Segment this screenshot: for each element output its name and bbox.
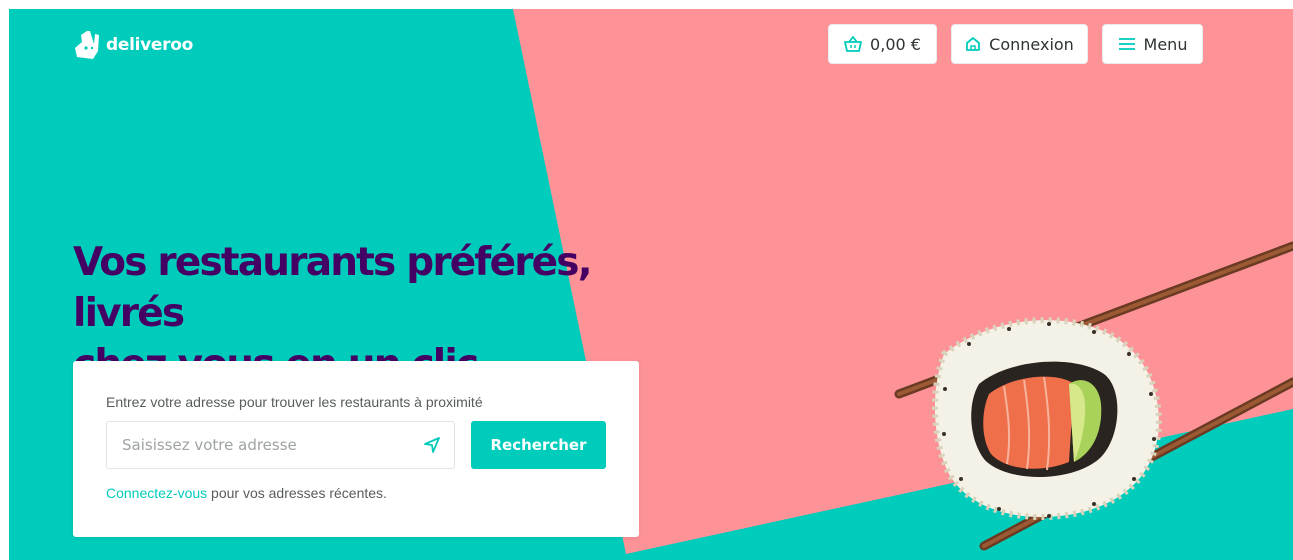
menu-button[interactable]: Menu — [1102, 24, 1203, 64]
top-navigation: deliveroo 0,00 € Connexion Menu — [9, 9, 1293, 79]
basket-icon — [844, 36, 862, 52]
headline-line-1: Vos restaurants préférés, livrés — [73, 240, 593, 336]
basket-button[interactable]: 0,00 € — [828, 24, 937, 64]
hero-section: deliveroo 0,00 € Connexion Menu Vos rest… — [9, 9, 1293, 560]
signin-suffix: pour vos adresses récentes. — [207, 485, 387, 501]
search-button[interactable]: Rechercher — [471, 421, 606, 469]
address-input[interactable] — [107, 423, 410, 467]
brand-name: deliveroo — [106, 35, 194, 55]
hamburger-menu-icon — [1118, 37, 1136, 51]
login-label: Connexion — [989, 34, 1074, 54]
basket-total: 0,00 € — [870, 34, 921, 54]
menu-label: Menu — [1143, 34, 1188, 54]
address-search-card: Entrez votre adresse pour trouver les re… — [73, 361, 639, 537]
address-prompt-label: Entrez votre adresse pour trouver les re… — [106, 394, 483, 410]
sushi-chopsticks-image — [894, 241, 1293, 551]
location-arrow-icon[interactable] — [410, 423, 454, 467]
home-icon — [965, 36, 981, 52]
signin-prompt: Connectez-vous pour vos adresses récente… — [106, 485, 387, 501]
signin-link[interactable]: Connectez-vous — [106, 485, 207, 501]
address-field — [106, 421, 455, 469]
login-button[interactable]: Connexion — [951, 24, 1088, 64]
kangaroo-logo-icon — [75, 31, 99, 59]
brand-logo[interactable]: deliveroo — [73, 29, 193, 61]
